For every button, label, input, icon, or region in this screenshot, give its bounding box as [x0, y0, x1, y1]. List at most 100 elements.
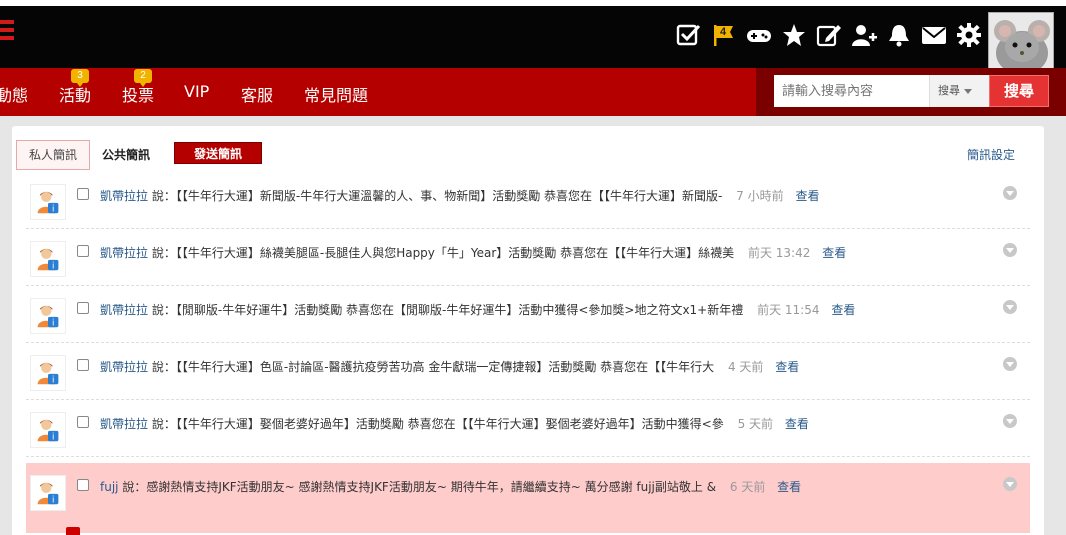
message-sender[interactable]: 凱帶拉拉 — [100, 246, 148, 260]
tab-private-messages[interactable]: 私人簡訊 — [16, 140, 90, 170]
message-time: 前天 11:54 — [757, 303, 820, 317]
message-summary: 凱帶拉拉 說：【【牛年行大運】娶個老婆好過年】活動獎勵 恭喜您在【【牛年行大運】… — [100, 415, 809, 432]
message-row[interactable]: i 凱帶拉拉 說：【【牛年行大運】色區-討論區-醫護抗疫勞苦功高 金牛獻瑞一定傳… — [26, 343, 1030, 400]
svg-text:i: i — [52, 496, 54, 506]
search-button[interactable]: 搜尋 — [989, 75, 1049, 107]
user-info-icon: i — [37, 305, 59, 329]
expand-icon[interactable] — [1003, 477, 1017, 491]
nav-item-faq[interactable]: 常見問題 — [304, 82, 368, 106]
message-checkbox[interactable] — [77, 245, 89, 257]
message-says: 說： — [151, 360, 176, 374]
hamburger-menu-icon[interactable] — [0, 20, 16, 40]
chevron-down-icon — [964, 88, 972, 94]
message-body: 【【牛年行大運】娶個老婆好過年】活動獎勵 恭喜您在【【牛年行大運】娶個老婆好過年… — [175, 417, 724, 431]
search-type-select[interactable]: 搜尋 — [929, 75, 989, 107]
mail-icon[interactable] — [916, 20, 951, 50]
gamepad-icon[interactable] — [741, 20, 776, 50]
message-summary: 凱帶拉拉 說：【【牛年行大運】色區-討論區-醫護抗疫勞苦功高 金牛獻瑞一定傳捷報… — [100, 358, 799, 375]
user-info-icon: i — [37, 248, 59, 272]
message-view-link[interactable]: 查看 — [795, 189, 819, 203]
new-badge-icon — [66, 527, 80, 535]
message-body: 【【牛年行大運】新聞版-牛年行大運溫馨的人、事、物新聞】活動獎勵 恭喜您在【【牛… — [175, 189, 723, 203]
top-bar-inner: 4 — [0, 6, 1066, 74]
message-sender[interactable]: 凱帶拉拉 — [100, 189, 148, 203]
gear-icon[interactable] — [951, 20, 986, 50]
bell-icon[interactable] — [881, 20, 916, 50]
user-avatar[interactable] — [988, 12, 1054, 74]
main-nav: 動態 3 活動 2 投票 VIP 客服 常見問題 搜尋 搜尋 — [0, 68, 1066, 116]
tab-public-messages[interactable]: 公共簡訊 — [102, 146, 150, 163]
sender-avatar: i — [30, 241, 66, 277]
message-view-link[interactable]: 查看 — [775, 360, 799, 374]
message-view-link[interactable]: 查看 — [785, 417, 809, 431]
search-type-label: 搜尋 — [938, 84, 960, 97]
message-checkbox[interactable] — [77, 302, 89, 314]
message-row[interactable]: i 凱帶拉拉 說：【【牛年行大運】娶個老婆好過年】活動獎勵 恭喜您在【【牛年行大… — [26, 400, 1030, 457]
expand-icon[interactable] — [1003, 186, 1017, 200]
svg-text:i: i — [52, 319, 54, 329]
message-view-link[interactable]: 查看 — [777, 480, 801, 494]
expand-icon[interactable] — [1003, 300, 1017, 314]
message-checkbox[interactable] — [77, 188, 89, 200]
message-time: 5 天前 — [737, 417, 774, 431]
nav-item-events[interactable]: 3 活動 — [59, 69, 92, 106]
user-info-icon: i — [37, 362, 59, 386]
nav-item-label: 投票 — [122, 86, 155, 105]
edit-icon[interactable] — [811, 20, 846, 50]
message-checkbox[interactable] — [77, 479, 89, 491]
svg-text:i: i — [52, 376, 54, 386]
sender-avatar: i — [30, 184, 66, 220]
message-time: 前天 13:42 — [747, 246, 811, 260]
expand-icon[interactable] — [1003, 243, 1017, 257]
nav-item-activity-feed[interactable]: 動態 — [0, 82, 28, 106]
nav-badge: 2 — [134, 69, 152, 87]
message-body: 感謝熱情支持JKF活動朋友~ 感謝熱情支持JKF活動朋友~ 期待牛年，請繼續支持… — [146, 480, 717, 494]
send-message-button[interactable]: 發送簡訊 — [174, 142, 262, 164]
search-area: 搜尋 搜尋 — [756, 68, 1066, 116]
nav-item-votes[interactable]: 2 投票 — [122, 69, 155, 106]
message-row[interactable]: i 凱帶拉拉 說：【閒聊版-牛年好運牛】活動獎勵 恭喜您在【閒聊版-牛年好運牛】… — [26, 286, 1030, 343]
expand-icon[interactable] — [1003, 357, 1017, 371]
message-checkbox[interactable] — [77, 416, 89, 428]
message-time: 4 天前 — [727, 360, 764, 374]
top-bar: 4 — [0, 0, 1066, 74]
message-body: 【【牛年行大運】絲襪美腿區-長腿佳人與您Happy「牛」Year】活動獎勵 恭喜… — [175, 246, 735, 260]
add-user-icon[interactable] — [846, 20, 881, 50]
top-icon-group: 4 — [671, 20, 986, 50]
nav-item-label: 常見問題 — [304, 86, 369, 105]
message-sender[interactable]: 凱帶拉拉 — [100, 360, 148, 374]
message-view-link[interactable]: 查看 — [831, 303, 855, 317]
message-says: 說： — [151, 246, 176, 260]
message-summary: fujj 說：感謝熱情支持JKF活動朋友~ 感謝熱情支持JKF活動朋友~ 期待牛… — [100, 478, 801, 495]
nav-item-label: 活動 — [59, 86, 92, 105]
message-view-link[interactable]: 查看 — [822, 246, 846, 260]
search-input[interactable] — [774, 75, 929, 107]
message-row[interactable]: i 凱帶拉拉 說：【【牛年行大運】新聞版-牛年行大運溫馨的人、事、物新聞】活動獎… — [26, 172, 1030, 229]
message-checkbox[interactable] — [77, 359, 89, 371]
flag-icon[interactable]: 4 — [706, 20, 741, 50]
message-sender[interactable]: 凱帶拉拉 — [100, 303, 148, 317]
message-sender[interactable]: 凱帶拉拉 — [100, 417, 148, 431]
message-row-unread[interactable]: i fujj 說：感謝熱情支持JKF活動朋友~ 感謝熱情支持JKF活動朋友~ 期… — [26, 463, 1030, 533]
message-body: 【【牛年行大運】色區-討論區-醫護抗疫勞苦功高 金牛獻瑞一定傳捷報】活動獎勵 恭… — [175, 360, 715, 374]
nav-badge: 3 — [71, 69, 89, 87]
message-settings-link[interactable]: 簡訊設定 — [967, 146, 1015, 163]
message-sender[interactable]: fujj — [100, 480, 119, 494]
svg-text:i: i — [52, 433, 54, 443]
star-icon[interactable] — [776, 20, 811, 50]
user-info-icon: i — [37, 482, 59, 506]
message-summary: 凱帶拉拉 說：【閒聊版-牛年好運牛】活動獎勵 恭喜您在【閒聊版-牛年好運牛】活動… — [100, 301, 855, 318]
message-summary: 凱帶拉拉 說：【【牛年行大運】新聞版-牛年行大運溫馨的人、事、物新聞】活動獎勵 … — [100, 187, 819, 204]
message-time: 7 小時前 — [736, 189, 784, 203]
message-row[interactable]: i 凱帶拉拉 說：【【牛年行大運】絲襪美腿區-長腿佳人與您Happy「牛」Yea… — [26, 229, 1030, 286]
checklist-icon[interactable] — [671, 20, 706, 50]
nav-item-label: 客服 — [241, 86, 274, 105]
nav-item-label: 動態 — [0, 86, 29, 105]
messages-panel: 私人簡訊 公共簡訊 發送簡訊 簡訊設定 i 凱帶拉拉 說：【【牛年行大運】新聞版… — [12, 126, 1044, 535]
expand-icon[interactable] — [1003, 414, 1017, 428]
user-info-icon: i — [37, 191, 59, 215]
nav-item-vip[interactable]: VIP — [184, 82, 209, 101]
nav-item-label: VIP — [184, 82, 210, 101]
nav-item-support[interactable]: 客服 — [241, 82, 273, 106]
message-body: 【閒聊版-牛年好運牛】活動獎勵 恭喜您在【閒聊版-牛年好運牛】活動中獲得<參加獎… — [175, 303, 744, 317]
